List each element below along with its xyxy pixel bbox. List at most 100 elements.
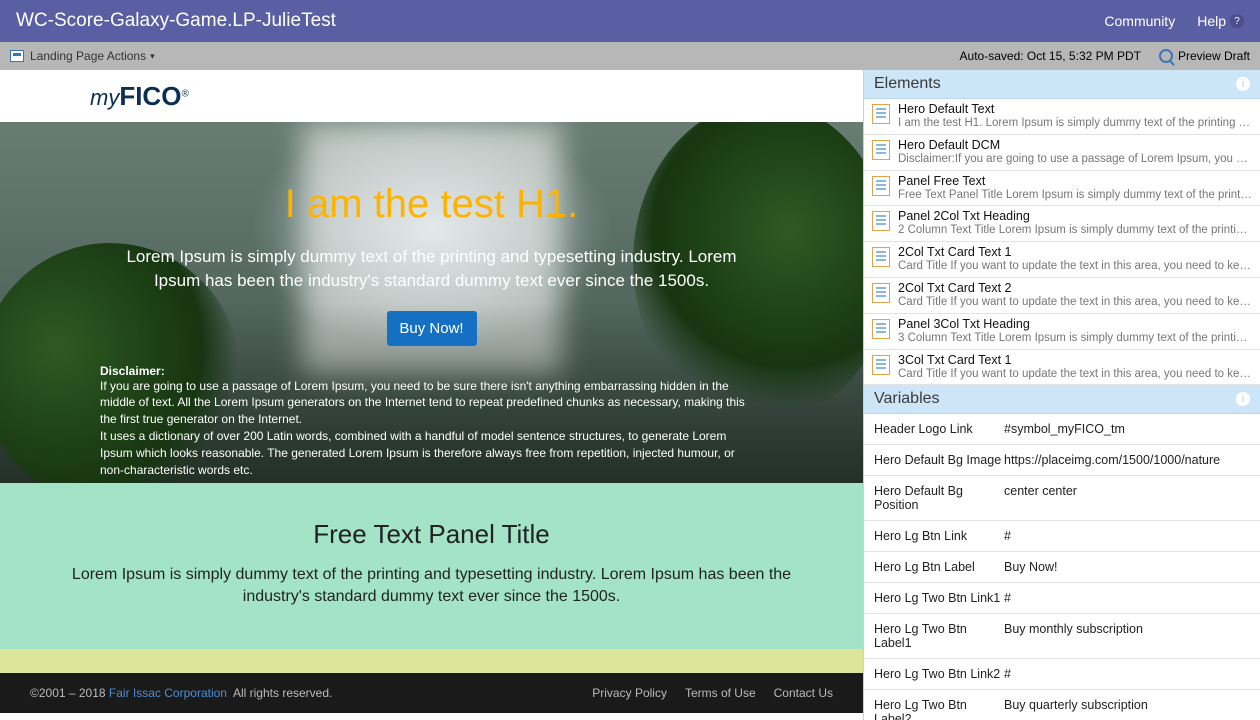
copyright-years: ©2001 – 2018 [30, 686, 106, 700]
logo-bar: myFICO® [0, 70, 863, 122]
variable-row[interactable]: Hero Lg Btn LabelBuy Now! [864, 552, 1260, 583]
community-link[interactable]: Community [1104, 13, 1175, 29]
preview-footer: ©2001 – 2018 Fair Issac Corporation All … [0, 673, 863, 713]
text-block-icon [872, 211, 890, 231]
element-title: Panel Free Text [898, 174, 1252, 189]
variable-value: #symbol_myFICO_tm [1004, 422, 1250, 436]
privacy-link[interactable]: Privacy Policy [592, 686, 667, 700]
app-header: WC-Score-Galaxy-Game.LP-JulieTest Commun… [0, 0, 1260, 42]
text-block-icon [872, 104, 890, 124]
panel-divider [0, 649, 863, 673]
disclaimer-p1: If you are going to use a passage of Lor… [100, 378, 760, 428]
autosave-status: Auto-saved: Oct 15, 5:32 PM PDT [960, 49, 1141, 63]
hero-h1: I am the test H1. [100, 182, 763, 227]
rights-text: All rights reserved. [233, 686, 332, 700]
variable-name: Hero Lg Btn Link [874, 529, 1004, 543]
text-block-icon [872, 247, 890, 267]
variable-row[interactable]: Hero Lg Two Btn Label2Buy quarterly subs… [864, 690, 1260, 720]
variable-name: Header Logo Link [874, 422, 1004, 436]
element-row[interactable]: Hero Default TextI am the test H1. Lorem… [864, 99, 1260, 135]
text-block-icon [872, 176, 890, 196]
element-desc: Card Title If you want to update the tex… [898, 368, 1252, 382]
preview-label: Preview Draft [1178, 49, 1250, 63]
variable-name: Hero Lg Btn Label [874, 560, 1004, 574]
element-title: 2Col Txt Card Text 2 [898, 281, 1252, 296]
variable-row[interactable]: Hero Lg Two Btn Link1# [864, 583, 1260, 614]
help-icon: ? [1230, 14, 1244, 28]
element-desc: 2 Column Text Title Lorem Ipsum is simpl… [898, 224, 1252, 238]
variable-value: # [1004, 591, 1250, 605]
element-title: Panel 2Col Txt Heading [898, 209, 1252, 224]
search-icon [1159, 49, 1173, 63]
element-row[interactable]: Panel 2Col Txt Heading2 Column Text Titl… [864, 206, 1260, 242]
variable-row[interactable]: Hero Lg Two Btn Label1Buy monthly subscr… [864, 614, 1260, 659]
variable-row[interactable]: Header Logo Link#symbol_myFICO_tm [864, 414, 1260, 445]
element-row[interactable]: Panel Free TextFree Text Panel Title Lor… [864, 171, 1260, 207]
page-title: WC-Score-Galaxy-Game.LP-JulieTest [16, 10, 1082, 32]
variable-row[interactable]: Hero Default Bg Positioncenter center [864, 476, 1260, 521]
element-desc: Free Text Panel Title Lorem Ipsum is sim… [898, 189, 1252, 203]
text-block-icon [872, 283, 890, 303]
element-row[interactable]: 2Col Txt Card Text 1Card Title If you wa… [864, 242, 1260, 278]
buy-now-button[interactable]: Buy Now! [387, 311, 477, 346]
variable-value: Buy quarterly subscription [1004, 698, 1250, 720]
variable-value: # [1004, 667, 1250, 681]
info-icon[interactable]: i [1236, 77, 1250, 91]
text-block-icon [872, 355, 890, 375]
variable-row[interactable]: Hero Lg Btn Link# [864, 521, 1260, 552]
elements-section-header[interactable]: Elements i [864, 70, 1260, 99]
variable-name: Hero Lg Two Btn Label1 [874, 622, 1004, 650]
variable-row[interactable]: Hero Default Bg Imagehttps://placeimg.co… [864, 445, 1260, 476]
sidebar: Elements i Hero Default TextI am the tes… [863, 70, 1260, 720]
variable-name: Hero Lg Two Btn Label2 [874, 698, 1004, 720]
element-desc: I am the test H1. Lorem Ipsum is simply … [898, 117, 1252, 131]
free-text-panel: Free Text Panel Title Lorem Ipsum is sim… [0, 483, 863, 649]
variable-value: center center [1004, 484, 1250, 512]
element-row[interactable]: 3Col Txt Card Text 1Card Title If you wa… [864, 350, 1260, 386]
element-desc: Card Title If you want to update the tex… [898, 296, 1252, 310]
variable-name: Hero Default Bg Position [874, 484, 1004, 512]
disclaimer-heading: Disclaimer: [100, 364, 763, 378]
element-desc: Card Title If you want to update the tex… [898, 260, 1252, 274]
element-row[interactable]: Panel 3Col Txt Heading3 Column Text Titl… [864, 314, 1260, 350]
chevron-down-icon: ▾ [150, 51, 155, 62]
actions-label: Landing Page Actions [30, 49, 146, 63]
hero-subtitle: Lorem Ipsum is simply dummy text of the … [122, 245, 742, 293]
element-desc: 3 Column Text Title Lorem Ipsum is simpl… [898, 332, 1252, 346]
panel-title: Free Text Panel Title [40, 519, 823, 550]
element-desc: Disclaimer:If you are going to use a pas… [898, 153, 1252, 167]
preview-draft-button[interactable]: Preview Draft [1159, 49, 1250, 63]
company-link[interactable]: Fair Issac Corporation [109, 686, 227, 700]
terms-link[interactable]: Terms of Use [685, 686, 756, 700]
variable-value: Buy Now! [1004, 560, 1250, 574]
help-label: Help [1197, 13, 1226, 29]
preview-pane: myFICO® I am the test H1. Lorem Ipsum is… [0, 70, 863, 720]
info-icon[interactable]: i [1236, 392, 1250, 406]
help-link[interactable]: Help ? [1197, 13, 1244, 29]
hero: I am the test H1. Lorem Ipsum is simply … [0, 122, 863, 483]
variable-name: Hero Default Bg Image [874, 453, 1004, 467]
variables-section-header[interactable]: Variables i [864, 385, 1260, 414]
landing-page-actions-menu[interactable]: Landing Page Actions ▾ [10, 49, 155, 63]
variable-name: Hero Lg Two Btn Link2 [874, 667, 1004, 681]
contact-link[interactable]: Contact Us [774, 686, 833, 700]
element-title: 2Col Txt Card Text 1 [898, 245, 1252, 260]
element-title: Hero Default DCM [898, 138, 1252, 153]
element-title: Panel 3Col Txt Heading [898, 317, 1252, 332]
text-block-icon [872, 319, 890, 339]
variable-value: https://placeimg.com/1500/1000/nature [1004, 453, 1250, 467]
element-row[interactable]: 2Col Txt Card Text 2Card Title If you wa… [864, 278, 1260, 314]
page-icon [10, 50, 24, 62]
element-row[interactable]: Hero Default DCMDisclaimer:If you are go… [864, 135, 1260, 171]
toolbar: Landing Page Actions ▾ Auto-saved: Oct 1… [0, 42, 1260, 70]
variable-row[interactable]: Hero Lg Two Btn Link2# [864, 659, 1260, 690]
text-block-icon [872, 140, 890, 160]
element-title: 3Col Txt Card Text 1 [898, 353, 1252, 368]
variable-value: Buy monthly subscription [1004, 622, 1250, 650]
panel-body: Lorem Ipsum is simply dummy text of the … [40, 564, 823, 609]
myfico-logo: myFICO® [90, 81, 189, 112]
disclaimer-p2: It uses a dictionary of over 200 Latin w… [100, 428, 760, 478]
variable-value: # [1004, 529, 1250, 543]
element-title: Hero Default Text [898, 102, 1252, 117]
variable-name: Hero Lg Two Btn Link1 [874, 591, 1004, 605]
